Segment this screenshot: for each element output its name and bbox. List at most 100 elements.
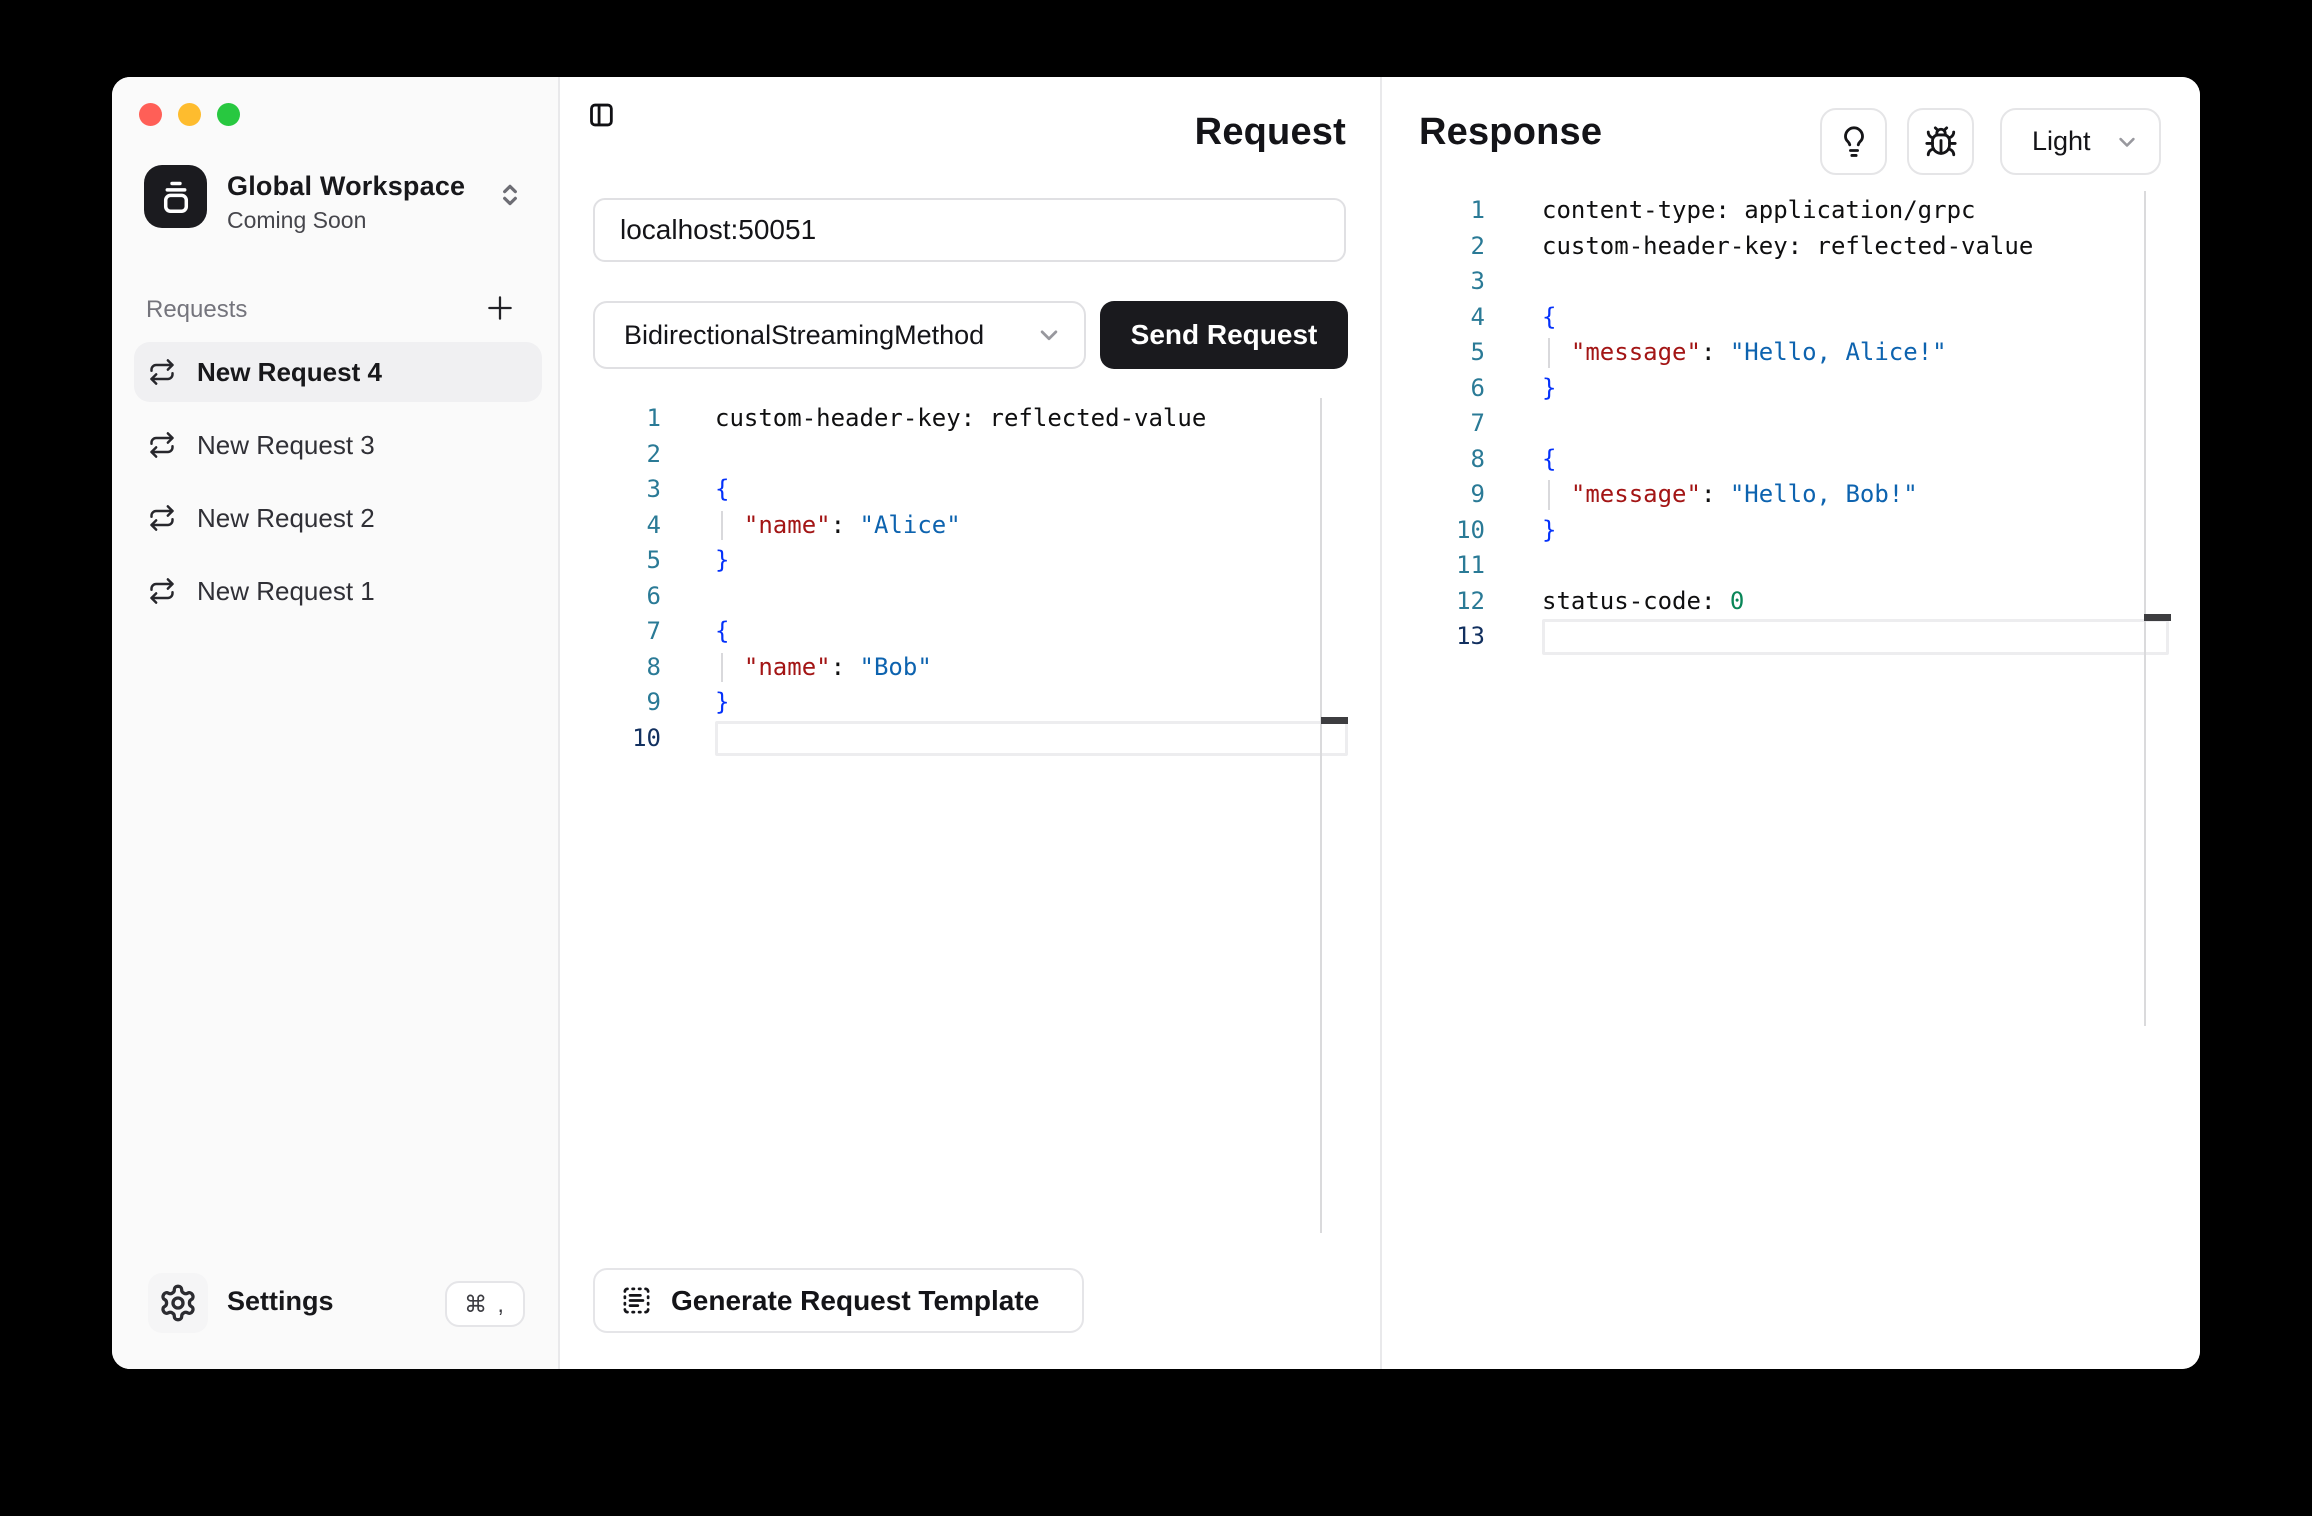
generate-request-template-label: Generate Request Template bbox=[671, 1285, 1039, 1317]
code-line: 3{ bbox=[560, 472, 1348, 508]
app-window: Global Workspace Coming Soon Requests Ne… bbox=[112, 77, 2200, 1369]
sidebar: Global Workspace Coming Soon Requests Ne… bbox=[112, 77, 560, 1369]
line-number: 10 bbox=[1382, 513, 1542, 549]
sidebar-request-item[interactable]: New Request 2 bbox=[134, 488, 542, 548]
line-number: 2 bbox=[1382, 229, 1542, 265]
code-line: 10} bbox=[1382, 513, 2169, 549]
response-editor-scrollbar-track bbox=[2144, 191, 2146, 1026]
sidebar-request-item[interactable]: New Request 1 bbox=[134, 561, 542, 621]
workspace-icon bbox=[144, 165, 207, 228]
code-line: 13 bbox=[1382, 619, 2169, 655]
workspace-name: Global Workspace bbox=[227, 171, 465, 202]
request-item-label: New Request 3 bbox=[197, 430, 375, 461]
code-line: 8 "name": "Bob" bbox=[560, 650, 1348, 686]
traffic-light-zoom-button[interactable] bbox=[217, 103, 240, 126]
method-dropdown[interactable]: BidirectionalStreamingMethod bbox=[593, 301, 1086, 369]
gear-icon bbox=[148, 1273, 208, 1333]
line-number: 9 bbox=[560, 685, 715, 721]
chevrons-up-down-icon[interactable] bbox=[494, 179, 526, 211]
request-list: New Request 4 New Request 3 New Request 2 N… bbox=[134, 342, 542, 634]
code-line: 9 "message": "Hello, Bob!" bbox=[1382, 477, 2169, 513]
response-title: Response bbox=[1419, 111, 1602, 154]
code-line-content: content-type: application/grpc bbox=[1542, 193, 2169, 229]
request-item-label: New Request 4 bbox=[197, 357, 382, 388]
jar-icon bbox=[157, 178, 195, 216]
add-request-button[interactable] bbox=[482, 290, 518, 326]
code-line-content: { bbox=[715, 614, 1348, 650]
line-number: 6 bbox=[1382, 371, 1542, 407]
send-request-label: Send Request bbox=[1131, 319, 1318, 351]
code-line: 6} bbox=[1382, 371, 2169, 407]
request-editor-scrollbar-thumb[interactable] bbox=[1321, 717, 1348, 724]
line-number: 12 bbox=[1382, 584, 1542, 620]
line-number: 13 bbox=[1382, 619, 1542, 655]
code-line: 4{ bbox=[1382, 300, 2169, 336]
code-line-content: "name": "Alice" bbox=[715, 508, 1348, 544]
theme-dropdown[interactable]: Light bbox=[2000, 108, 2161, 175]
line-number: 5 bbox=[560, 543, 715, 579]
indent-guide bbox=[721, 511, 723, 541]
response-editor-scrollbar-thumb[interactable] bbox=[2144, 614, 2171, 621]
settings-row[interactable]: Settings ⌘ , bbox=[112, 1273, 560, 1333]
indent-guide bbox=[1548, 480, 1550, 510]
code-line: 7{ bbox=[560, 614, 1348, 650]
code-line-content: { bbox=[715, 472, 1348, 508]
code-line: 11 bbox=[1382, 548, 2169, 584]
bug-icon bbox=[1924, 125, 1958, 159]
chevron-down-icon bbox=[2113, 128, 2141, 156]
code-line-content: "message": "Hello, Bob!" bbox=[1542, 477, 2169, 513]
code-line-content: } bbox=[715, 543, 1348, 579]
settings-label: Settings bbox=[227, 1286, 334, 1317]
active-code-line-content bbox=[1542, 619, 2169, 655]
workspace-subtitle: Coming Soon bbox=[227, 207, 465, 234]
request-editor[interactable]: 1custom-header-key: reflected-value23{4 … bbox=[560, 401, 1348, 756]
code-line-content: "name": "Bob" bbox=[715, 650, 1348, 686]
response-editor[interactable]: 1content-type: application/grpc2custom-h… bbox=[1382, 193, 2169, 655]
requests-section-header: Requests bbox=[146, 296, 526, 324]
code-line-content: { bbox=[1542, 300, 2169, 336]
line-number: 4 bbox=[1382, 300, 1542, 336]
repeat-arrows-icon bbox=[148, 431, 176, 459]
code-line: 5} bbox=[560, 543, 1348, 579]
sidebar-request-item[interactable]: New Request 3 bbox=[134, 415, 542, 475]
workspace-switcher[interactable]: Global Workspace Coming Soon bbox=[227, 171, 465, 234]
line-number: 3 bbox=[560, 472, 715, 508]
tip-button[interactable] bbox=[1820, 108, 1887, 175]
indent-guide bbox=[1548, 338, 1550, 368]
code-line: 1custom-header-key: reflected-value bbox=[560, 401, 1348, 437]
line-number: 9 bbox=[1382, 477, 1542, 513]
line-number: 1 bbox=[560, 401, 715, 437]
active-code-line-content bbox=[715, 721, 1348, 757]
line-number: 7 bbox=[560, 614, 715, 650]
code-line-content: custom-header-key: reflected-value bbox=[1542, 229, 2169, 265]
line-number: 6 bbox=[560, 579, 715, 615]
theme-dropdown-value: Light bbox=[2032, 126, 2113, 157]
code-line-content: custom-header-key: reflected-value bbox=[715, 401, 1348, 437]
code-line-content: status-code: 0 bbox=[1542, 584, 2169, 620]
code-line: 10 bbox=[560, 721, 1348, 757]
generate-request-template-button[interactable]: Generate Request Template bbox=[593, 1268, 1084, 1333]
request-panel: Request BidirectionalStreamingMethod Sen… bbox=[560, 77, 1380, 1369]
line-number: 4 bbox=[560, 508, 715, 544]
code-line-content bbox=[1542, 264, 2169, 300]
lightbulb-icon bbox=[1837, 125, 1871, 159]
code-line: 8{ bbox=[1382, 442, 2169, 478]
request-title: Request bbox=[1195, 111, 1346, 154]
code-line-content: "message": "Hello, Alice!" bbox=[1542, 335, 2169, 371]
response-panel: Response Light 1content-type: applicatio… bbox=[1380, 77, 2200, 1369]
code-line: 12status-code: 0 bbox=[1382, 584, 2169, 620]
line-number: 5 bbox=[1382, 335, 1542, 371]
traffic-light-close-button[interactable] bbox=[139, 103, 162, 126]
code-line: 3 bbox=[1382, 264, 2169, 300]
traffic-light-minimize-button[interactable] bbox=[178, 103, 201, 126]
sidebar-request-item[interactable]: New Request 4 bbox=[134, 342, 542, 402]
indent-guide bbox=[721, 653, 723, 683]
code-line-content bbox=[1542, 548, 2169, 584]
debug-button[interactable] bbox=[1907, 108, 1974, 175]
sidebar-toggle-button[interactable] bbox=[588, 101, 618, 131]
code-line: 6 bbox=[560, 579, 1348, 615]
code-line-content: { bbox=[1542, 442, 2169, 478]
server-url-input[interactable] bbox=[593, 198, 1346, 262]
send-request-button[interactable]: Send Request bbox=[1100, 301, 1348, 369]
request-editor-scrollbar-track bbox=[1320, 398, 1322, 1233]
